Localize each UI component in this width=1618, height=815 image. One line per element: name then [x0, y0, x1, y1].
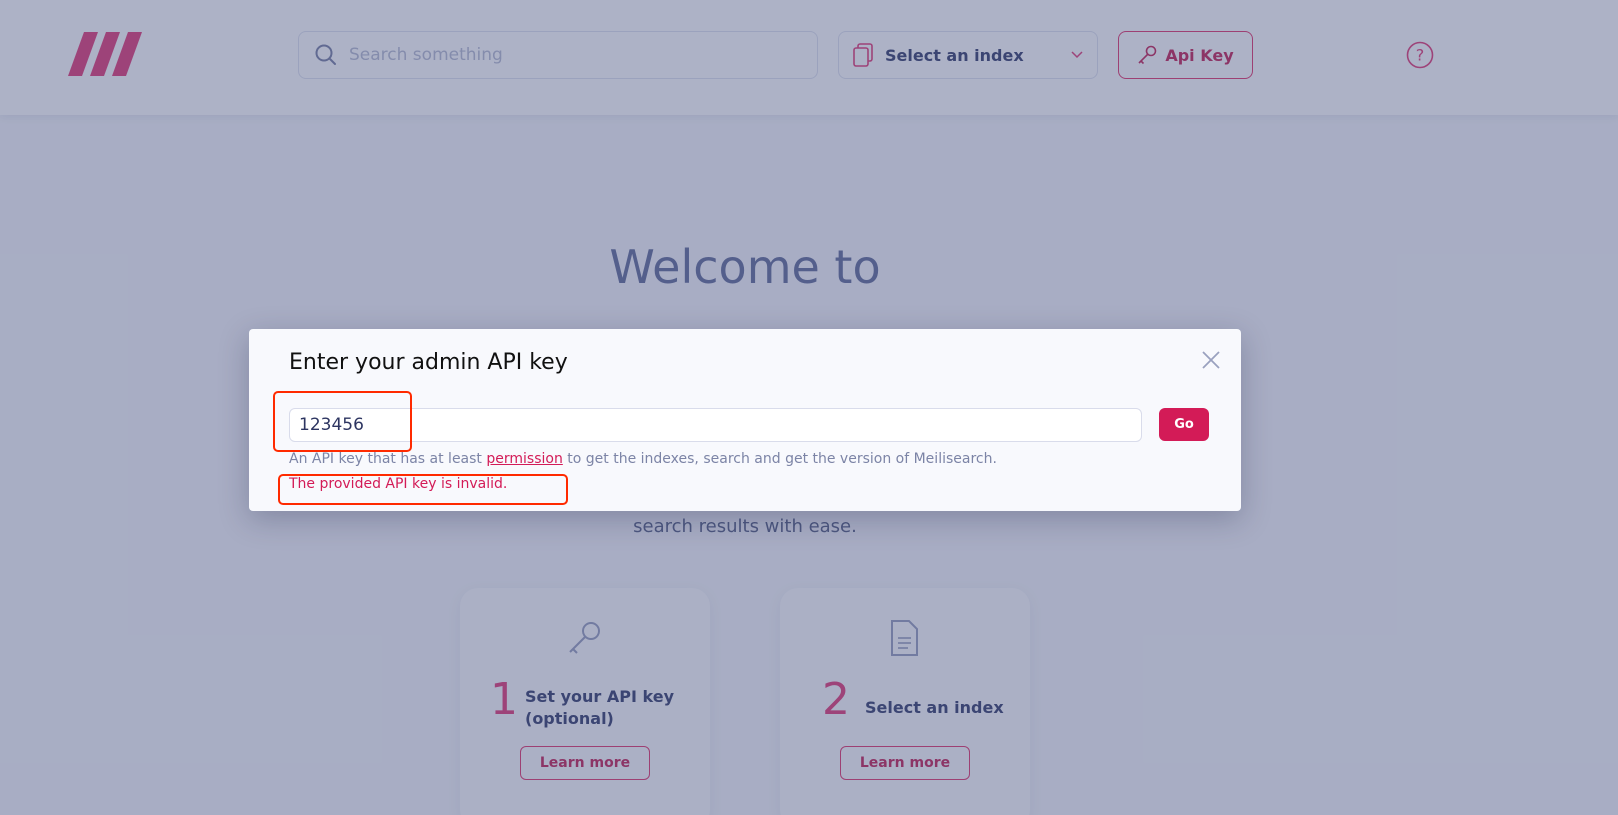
- permission-link[interactable]: permission: [486, 451, 562, 467]
- hint-text-after: to get the indexes, search and get the v…: [562, 451, 997, 467]
- go-button[interactable]: Go: [1159, 408, 1209, 441]
- error-message: The provided API key is invalid.: [289, 476, 508, 492]
- api-key-input[interactable]: [289, 408, 1142, 442]
- api-key-modal: Enter your admin API key Go An API key t…: [249, 329, 1241, 511]
- close-icon[interactable]: [1200, 349, 1222, 371]
- modal-title: Enter your admin API key: [289, 350, 568, 375]
- hint-text-before: An API key that has at least: [289, 451, 487, 467]
- api-key-hint: An API key that has at least permission …: [289, 451, 997, 467]
